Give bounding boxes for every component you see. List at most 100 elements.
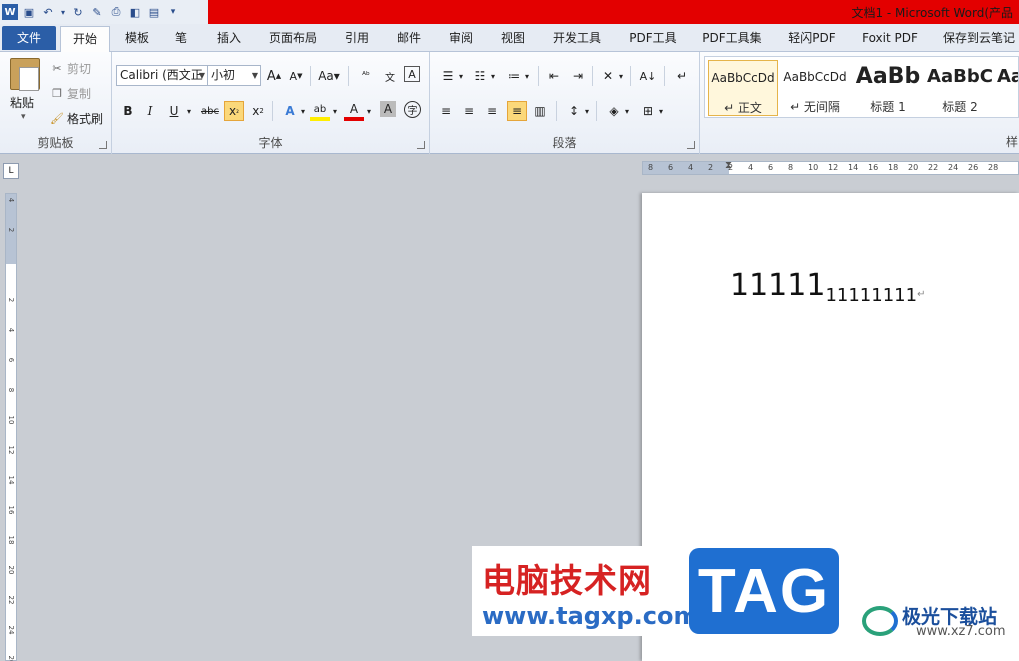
style-title[interactable]: Aa [997,60,1018,116]
character-shading-icon[interactable]: A [380,101,396,117]
tab-view[interactable]: 视图 [490,24,536,52]
tab-insert[interactable]: 插入 [206,24,252,52]
tab-references[interactable]: 引用 [334,24,380,52]
style-name: 标题 2 [942,100,978,114]
highlight-icon[interactable]: ab [310,101,330,121]
cut-button[interactable]: ✂ 剪切 [50,60,91,77]
italic-icon[interactable]: I [140,101,160,121]
font-name-combo[interactable]: Calibri (西文正 ▼ [116,65,208,86]
underline-icon[interactable]: U [164,101,184,121]
paste-icon[interactable] [10,58,40,91]
align-left-icon[interactable]: ≡ [436,101,456,121]
shading-icon[interactable]: ◈ [604,101,624,121]
align-center-icon[interactable]: ≡ [459,101,479,121]
ruler-tick-label: 28 [988,163,999,172]
strikethrough-icon[interactable]: abc [200,101,220,121]
chinese-layout-icon[interactable]: ✕ [598,66,618,86]
tab-save-to-cloud-notes[interactable]: 保存到云笔记 [936,24,1019,52]
subscript-icon[interactable]: x₂ [224,101,244,121]
tab-page-layout[interactable]: 页面布局 [262,24,324,52]
multilevel-dropdown-icon[interactable]: ▾ [522,66,532,86]
show-marks-icon[interactable]: ↵ [672,66,692,86]
paste-dropdown-icon[interactable]: ▾ [21,112,26,122]
multilevel-list-icon[interactable]: ≔ [504,66,524,86]
tab-pdf-toolset[interactable]: PDF工具集 [696,24,768,52]
bold-icon[interactable]: B [118,101,138,121]
text-effect-icon[interactable]: A [280,101,300,121]
tab-qingshan-pdf[interactable]: 轻闪PDF [780,24,844,52]
bullets-icon[interactable]: ☰ [438,66,458,86]
save-icon[interactable]: ▣ [21,4,37,20]
tab-foxit-pdf[interactable]: Foxit PDF [856,24,924,52]
change-case-icon[interactable]: Aa▾ [316,66,342,86]
tab-home[interactable]: 开始 [60,26,110,53]
document-body[interactable]: 1111111111111↵ [730,268,925,306]
customize-qat-icon[interactable]: ▾ [165,4,181,20]
ruler-tick-label: 8 [7,387,15,393]
tab-review[interactable]: 审阅 [438,24,484,52]
highlight-dropdown-icon[interactable]: ▾ [330,101,340,121]
line-spacing-icon[interactable]: ↕ [564,101,584,121]
shading-dropdown-icon[interactable]: ▾ [622,101,632,121]
paragraph-launcher-icon[interactable] [687,141,695,149]
style-no-spacing[interactable]: AaBbCcDd ↵ 无间隔 [780,60,850,116]
watermark-tag-logo: TAG [689,548,839,634]
justify-icon[interactable]: ≡ [507,101,527,121]
tab-pen[interactable]: 笔 [166,24,196,52]
reading-view-icon[interactable]: ▤ [146,4,162,20]
superscript-icon[interactable]: x2 [248,101,268,121]
tab-selector[interactable]: L [3,163,19,179]
ruler-tick-label: 22 [7,595,15,605]
style-heading-1[interactable]: AaBb 标题 1 [853,60,923,116]
ruler-tick-label: 10 [808,163,819,172]
shrink-font-icon[interactable]: A ▼ [286,66,306,86]
text-effect-dropdown-icon[interactable]: ▾ [298,101,308,121]
tab-pdf-tools[interactable]: PDF工具 [622,24,684,52]
style-heading-2[interactable]: AaBbC 标题 2 [925,60,995,116]
tab-developer[interactable]: 开发工具 [544,24,610,52]
tab-template[interactable]: 模板 [116,24,158,52]
ruler-tick-label: 14 [848,163,859,172]
font-launcher-icon[interactable] [417,141,425,149]
edit-doc-icon[interactable]: ✎ [89,4,105,20]
tab-mailings[interactable]: 邮件 [386,24,432,52]
font-color-dropdown-icon[interactable]: ▾ [364,101,374,121]
sort-icon[interactable]: A↓ [638,66,658,86]
undo-icon[interactable]: ↶ [40,4,56,20]
ruler-tick-label: 20 [7,565,15,575]
paste-button[interactable]: 粘贴 [10,94,34,111]
style-normal[interactable]: AaBbCcDd ↵ 正文 [708,60,778,116]
underline-dropdown-icon[interactable]: ▾ [184,101,194,121]
vertical-ruler[interactable]: 4 2 2 4 6 8 10 12 14 16 18 20 22 24 26 [5,193,17,661]
word-app-icon[interactable]: W [2,4,18,20]
title-bar: W ▣ ↶ ▾ ↻ ✎ ⎙ ◧ ▤ ▾ 文档1 - Microsoft Word… [0,0,1019,24]
align-right-icon[interactable]: ≡ [482,101,502,121]
print-preview-icon[interactable]: ⎙ [108,4,124,20]
clipboard-launcher-icon[interactable] [99,141,107,149]
font-size-combo[interactable]: 小初 ▼ [207,65,261,86]
bullets-dropdown-icon[interactable]: ▾ [456,66,466,86]
character-border-icon[interactable]: A [404,66,420,82]
numbering-dropdown-icon[interactable]: ▾ [488,66,498,86]
phonetic-guide-icon[interactable]: 文 [380,66,400,86]
borders-dropdown-icon[interactable]: ▾ [656,101,666,121]
copy-button[interactable]: ❐ 复制 [50,85,91,102]
font-color-icon[interactable]: A [344,101,364,121]
borders-icon[interactable]: ⊞ [638,101,658,121]
layout-icon[interactable]: ◧ [127,4,143,20]
format-painter-label: 格式刷 [67,112,104,126]
clear-format-icon[interactable]: ᴬᵇ [356,66,376,86]
tab-file[interactable]: 文件 [2,26,56,50]
horizontal-ruler[interactable]: ⧗ 8 6 4 2 2 4 6 8 10 12 14 16 18 20 22 24 26 28 [642,160,1019,175]
chinese-layout-dropdown-icon[interactable]: ▾ [616,66,626,86]
numbering-icon[interactable]: ☷ [470,66,490,86]
grow-font-icon[interactable]: A ▲ [264,66,284,86]
redo-icon[interactable]: ↻ [70,4,86,20]
line-spacing-dropdown-icon[interactable]: ▾ [582,101,592,121]
undo-dropdown-icon[interactable]: ▾ [59,4,67,20]
increase-indent-icon[interactable]: ⇥ [568,66,588,86]
format-painter-button[interactable]: 🖌 格式刷 [50,110,103,127]
decrease-indent-icon[interactable]: ⇤ [544,66,564,86]
distributed-icon[interactable]: ▥ [530,101,550,121]
enclosed-character-icon[interactable]: 字 [404,101,421,118]
